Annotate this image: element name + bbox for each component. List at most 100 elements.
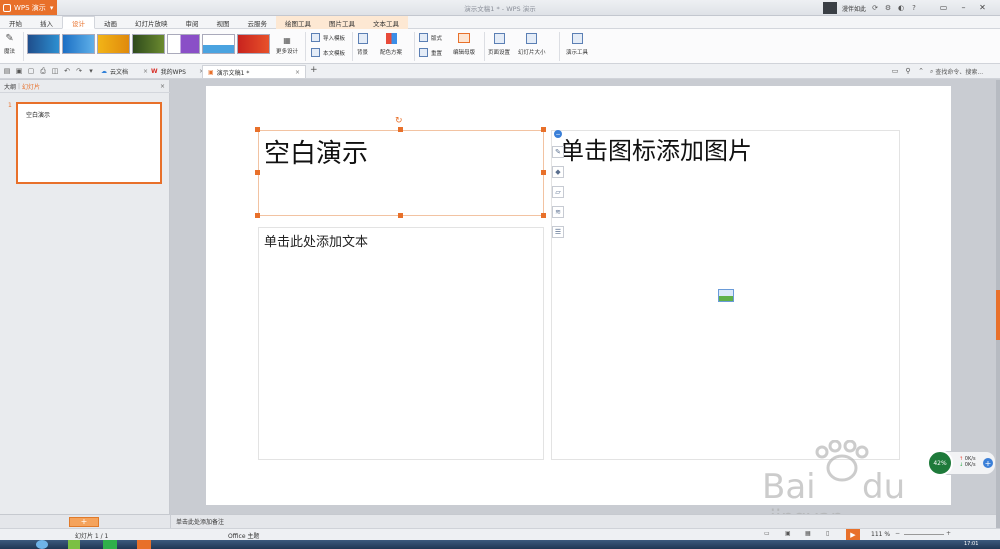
doc-tab-mywps[interactable]: W 我的WPS × bbox=[146, 65, 209, 78]
normal-view-icon[interactable]: ▣ bbox=[785, 530, 791, 537]
save-icon[interactable]: ▣ bbox=[15, 67, 23, 75]
resize-handle[interactable] bbox=[541, 213, 546, 218]
user-avatar[interactable] bbox=[823, 2, 837, 14]
resize-handle[interactable] bbox=[541, 170, 546, 175]
background-button[interactable]: 背景 bbox=[357, 33, 368, 56]
resize-handle[interactable] bbox=[398, 127, 403, 132]
body-placeholder[interactable]: 单击此处添加文本 bbox=[258, 227, 544, 460]
resize-handle[interactable] bbox=[398, 213, 403, 218]
resize-handle[interactable] bbox=[255, 170, 260, 175]
resize-handle[interactable] bbox=[255, 127, 260, 132]
text-wrap-icon[interactable]: ☰ bbox=[552, 226, 564, 238]
slide-size-button[interactable]: 幻灯片大小 bbox=[518, 33, 546, 56]
reset-button[interactable]: 重置 bbox=[419, 48, 442, 57]
sync-icon[interactable]: ⟳ bbox=[871, 4, 879, 12]
close-button[interactable]: ✕ bbox=[972, 0, 993, 15]
color-scheme-button[interactable]: 配色方案 bbox=[380, 33, 402, 56]
preview-icon[interactable]: ◫ bbox=[51, 67, 59, 75]
message-icon[interactable]: ▭ bbox=[891, 67, 899, 75]
page-setup-button[interactable]: 页面设置 bbox=[488, 33, 510, 56]
design-template-5[interactable] bbox=[167, 34, 200, 54]
redo-icon[interactable]: ↷ bbox=[75, 67, 83, 75]
close-icon[interactable]: × bbox=[295, 69, 300, 76]
picture-placeholder[interactable]: 单击图标添加图片 bbox=[551, 130, 900, 460]
sorter-view-icon[interactable]: ▦ bbox=[805, 530, 811, 537]
app-menu-button[interactable]: WPS 演示 ▾ bbox=[0, 0, 57, 15]
side-panel-toggle[interactable] bbox=[996, 290, 1000, 340]
design-template-2[interactable] bbox=[62, 34, 95, 54]
outline-icon[interactable]: ▱ bbox=[552, 186, 564, 198]
this-template-button[interactable]: 本文模板 bbox=[311, 48, 345, 57]
taskbar-app-1[interactable] bbox=[68, 540, 80, 549]
rotate-handle-icon[interactable]: ↻ bbox=[395, 116, 403, 126]
edit-master-button[interactable]: 编辑母版 bbox=[453, 33, 475, 56]
taskbar-app-2[interactable] bbox=[103, 540, 117, 549]
add-icon[interactable]: + bbox=[983, 458, 993, 468]
tab-slideshow[interactable]: 幻灯片放映 bbox=[126, 16, 177, 29]
search-box[interactable]: ⌕ 查找命令、搜索... bbox=[930, 67, 983, 77]
body-placeholder-text[interactable]: 单击此处添加文本 bbox=[264, 231, 368, 250]
play-slideshow-button[interactable]: ▶ bbox=[846, 529, 860, 540]
design-template-4[interactable] bbox=[132, 34, 165, 54]
doc-tab-presentation[interactable]: ▣ 演示文稿1 * × bbox=[202, 65, 306, 78]
add-slide-button[interactable]: + bbox=[69, 517, 99, 527]
pin-icon[interactable]: ⚲ bbox=[904, 67, 912, 75]
minimize-button[interactable]: – bbox=[953, 0, 974, 15]
slide-title[interactable]: 空白演示 bbox=[264, 133, 368, 170]
user-name[interactable]: 漫伴如此 bbox=[842, 4, 866, 13]
more-designs-button[interactable]: ▦ 更多设计 bbox=[276, 36, 298, 55]
tab-slides[interactable]: 幻灯片 bbox=[22, 82, 40, 91]
tab-start[interactable]: 开始 bbox=[0, 16, 31, 29]
dropdown-arrow-icon[interactable]: ▾ bbox=[87, 67, 95, 75]
new-tab-button[interactable]: + bbox=[310, 65, 318, 75]
collapse-icon[interactable]: ⌃ bbox=[917, 67, 925, 75]
tab-drawing-tools[interactable]: 绘图工具 bbox=[276, 16, 320, 29]
notes-toggle-icon[interactable]: ▭ bbox=[764, 530, 770, 537]
user-area[interactable]: 漫伴如此 ⟳ ⚙ ◐ ? bbox=[823, 1, 918, 15]
skin-icon[interactable]: ◐ bbox=[897, 4, 905, 12]
tab-insert[interactable]: 插入 bbox=[31, 16, 62, 29]
tab-cloud[interactable]: 云服务 bbox=[239, 16, 277, 29]
notes-placeholder[interactable]: 单击此处添加备注 bbox=[176, 517, 224, 526]
tab-text-tools[interactable]: 文本工具 bbox=[364, 16, 408, 29]
presentation-tools-button[interactable]: 演示工具 bbox=[566, 33, 588, 56]
open-icon[interactable]: ▤ bbox=[3, 67, 11, 75]
print-icon[interactable]: ⎙ bbox=[39, 67, 47, 75]
shape-style-icon[interactable]: ✎ bbox=[552, 146, 564, 158]
layout-button[interactable]: 版式 bbox=[419, 33, 442, 42]
insert-picture-icon[interactable] bbox=[718, 289, 734, 302]
restore-icon[interactable]: ▭ bbox=[933, 0, 954, 15]
layers-icon[interactable]: ≋ bbox=[552, 206, 564, 218]
tab-animation[interactable]: 动画 bbox=[95, 16, 126, 29]
tab-review[interactable]: 审阅 bbox=[177, 16, 208, 29]
design-template-1[interactable] bbox=[27, 34, 60, 54]
zoom-in-button[interactable]: + bbox=[946, 530, 951, 537]
title-placeholder[interactable]: 空白演示 bbox=[258, 130, 544, 216]
doc-tab-cloud[interactable]: ☁ 云文档 × bbox=[96, 65, 153, 78]
export-icon[interactable]: ▢ bbox=[27, 67, 35, 75]
design-template-6[interactable] bbox=[202, 34, 235, 54]
picture-placeholder-text[interactable]: 单击图标添加图片 bbox=[560, 131, 752, 166]
zoom-level[interactable]: 111 % bbox=[871, 531, 890, 538]
gear-icon[interactable]: ⚙ bbox=[884, 4, 892, 12]
taskbar-app-wps[interactable] bbox=[137, 540, 151, 549]
fill-icon[interactable]: ◆ bbox=[552, 166, 564, 178]
zoom-out-button[interactable]: − bbox=[895, 530, 900, 537]
tab-view[interactable]: 视图 bbox=[208, 16, 239, 29]
magic-button[interactable]: ✎ 魔法 bbox=[4, 33, 15, 55]
resize-handle[interactable] bbox=[541, 127, 546, 132]
undo-icon[interactable]: ↶ bbox=[63, 67, 71, 75]
notes-pane[interactable]: 单击此处添加备注 bbox=[171, 514, 996, 528]
design-template-7[interactable] bbox=[237, 34, 270, 54]
tab-outline[interactable]: 大纲 bbox=[4, 82, 16, 91]
start-button[interactable] bbox=[36, 540, 48, 549]
zoom-slider[interactable] bbox=[904, 534, 944, 535]
help-icon[interactable]: ? bbox=[910, 4, 918, 12]
reading-view-icon[interactable]: ▯ bbox=[826, 530, 829, 537]
design-template-3[interactable] bbox=[97, 34, 130, 54]
mini-toolbar-toggle-icon[interactable]: − bbox=[554, 130, 562, 138]
slide-thumbnail[interactable]: 空白演示 bbox=[16, 102, 162, 184]
tab-design[interactable]: 设计 bbox=[62, 16, 95, 29]
close-icon[interactable]: × bbox=[160, 83, 165, 90]
import-template-button[interactable]: 导入模板 bbox=[311, 33, 345, 42]
